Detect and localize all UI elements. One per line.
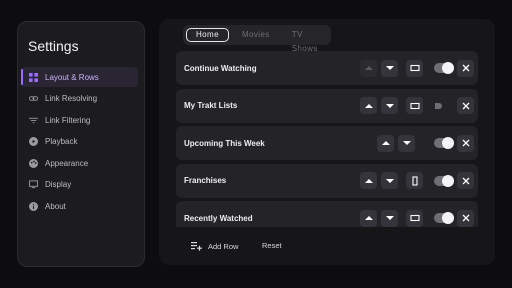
info-icon <box>29 202 38 212</box>
remove-row-button[interactable] <box>457 97 474 114</box>
close-icon <box>462 177 469 184</box>
arrow-up-icon <box>364 216 373 220</box>
sidebar-item-playback[interactable]: Playback <box>21 132 138 152</box>
arrow-down-icon <box>385 103 394 108</box>
close-icon <box>462 64 469 72</box>
reset-button[interactable]: Reset <box>262 241 282 250</box>
remove-row-button[interactable] <box>457 172 474 189</box>
arrow-up-icon <box>381 141 390 145</box>
row-label: Franchises <box>184 176 227 185</box>
palette-icon <box>29 158 38 168</box>
arrow-down-icon <box>385 66 394 70</box>
grid-icon <box>29 72 38 82</box>
row-continue-watching: Continue Watching <box>176 51 478 85</box>
tab-tv-shows[interactable]: TV Shows <box>283 28 327 53</box>
sidebar-item-appearance[interactable]: Appearance <box>21 153 138 173</box>
sidebar-item-label: Display <box>45 180 72 190</box>
arrow-up-icon <box>364 178 373 183</box>
arrow-down-icon <box>385 216 394 220</box>
sidebar-item-label: Link Resolving <box>45 94 98 104</box>
layout-toggle-button[interactable] <box>406 59 423 77</box>
move-up-button[interactable] <box>360 97 377 114</box>
sidebar-item-label: Link Filtering <box>45 115 91 125</box>
row-label: Continue Watching <box>184 63 257 73</box>
add-row-label: Add Row <box>208 241 239 251</box>
layout-toggle-button[interactable] <box>406 97 423 114</box>
settings-sidebar: Settings Layout & Rows Link Resolving Li… <box>17 21 145 267</box>
row-my-trakt-lists: My Trakt Lists <box>176 88 478 123</box>
tab-home[interactable]: Home <box>186 28 229 42</box>
row-enabled-toggle[interactable] <box>434 174 454 187</box>
remove-row-button[interactable] <box>457 59 474 77</box>
landscape-card-icon <box>409 102 420 109</box>
move-up-button[interactable] <box>360 172 377 189</box>
move-down-button[interactable] <box>381 97 398 114</box>
portrait-card-icon <box>411 175 418 186</box>
filter-icon <box>29 116 38 125</box>
move-down-button[interactable] <box>381 59 398 77</box>
row-enabled-toggle[interactable] <box>435 102 443 110</box>
monitor-icon <box>29 180 38 189</box>
arrow-up-icon <box>364 66 373 70</box>
remove-row-button[interactable] <box>457 209 474 227</box>
row-franchises: Franchises <box>176 163 478 198</box>
remove-row-button[interactable] <box>457 134 474 152</box>
row-label: Recently Watched <box>184 213 253 223</box>
move-up-button[interactable] <box>360 209 377 227</box>
panel-footer: Add Row Reset <box>159 227 495 265</box>
arrow-down-icon <box>402 141 411 145</box>
close-icon <box>462 139 469 147</box>
add-row-button[interactable]: Add Row <box>191 241 238 251</box>
reset-label: Reset <box>262 241 282 250</box>
link-icon <box>29 94 38 103</box>
row-enabled-toggle[interactable] <box>434 212 454 224</box>
landscape-card-icon <box>409 64 420 72</box>
sidebar-item-label: Playback <box>45 137 78 147</box>
sidebar-item-label: Layout & Rows <box>45 72 99 82</box>
landscape-card-icon <box>409 214 420 222</box>
sidebar-nav: Layout & Rows Link Resolving Link Filter… <box>21 67 138 218</box>
row-enabled-toggle[interactable] <box>434 62 454 74</box>
sidebar-item-link-resolving[interactable]: Link Resolving <box>21 89 138 109</box>
sidebar-item-label: About <box>45 202 66 212</box>
move-up-button[interactable] <box>360 59 377 77</box>
move-down-button[interactable] <box>381 209 398 227</box>
row-list: Continue Watching My Trakt Lists Upcomin… <box>176 51 478 239</box>
move-down-button[interactable] <box>381 172 398 189</box>
layout-toggle-button[interactable] <box>406 172 423 189</box>
layout-rows-panel: Home Movies TV Shows Continue Watching M… <box>159 19 495 265</box>
row-label: Upcoming This Week <box>184 138 265 148</box>
close-icon <box>462 214 469 222</box>
layout-toggle-button[interactable] <box>406 209 423 227</box>
arrow-up-icon <box>364 103 373 108</box>
sidebar-item-layout-rows[interactable]: Layout & Rows <box>21 67 138 87</box>
row-upcoming-this-week: Upcoming This Week <box>176 126 478 160</box>
sidebar-item-label: Appearance <box>45 158 89 168</box>
play-circle-icon <box>29 137 38 147</box>
content-tabs: Home Movies TV Shows <box>183 25 331 53</box>
move-down-button[interactable] <box>398 134 415 152</box>
sidebar-item-link-filtering[interactable]: Link Filtering <box>21 110 138 130</box>
row-label: My Trakt Lists <box>184 101 238 110</box>
move-up-button[interactable] <box>377 134 394 152</box>
tab-movies[interactable]: Movies <box>233 28 279 42</box>
sidebar-item-display[interactable]: Display <box>21 175 138 195</box>
row-enabled-toggle[interactable] <box>434 137 454 149</box>
arrow-down-icon <box>385 178 394 183</box>
sidebar-item-about[interactable]: About <box>21 197 138 217</box>
playlist-add-icon <box>191 242 202 251</box>
sidebar-title: Settings <box>28 38 79 54</box>
close-icon <box>462 102 469 109</box>
